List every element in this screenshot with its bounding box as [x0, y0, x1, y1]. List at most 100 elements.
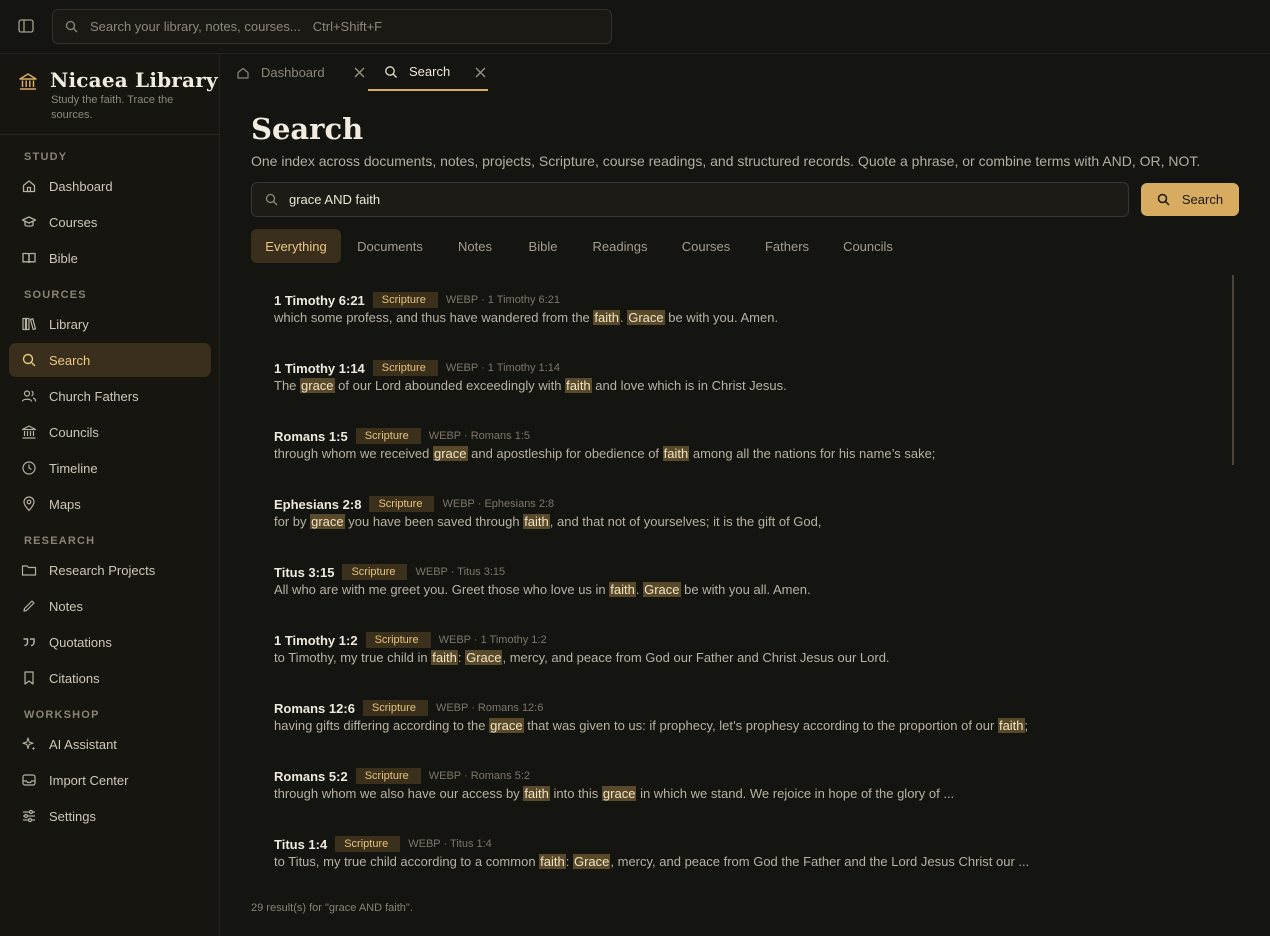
highlighted-term: Grace	[643, 582, 681, 597]
result-type-badge: Scripture	[335, 836, 401, 852]
result-type-badge: Scripture	[365, 632, 431, 648]
sidebar-item-citations[interactable]: Citations	[9, 661, 211, 695]
scrollbar[interactable]	[1232, 275, 1234, 465]
sidebar: Nicaea Library Study the faith. Trace th…	[0, 54, 220, 936]
result-snippet: through whom we also have our access by …	[274, 786, 954, 801]
result-title[interactable]: 1 Timothy 1:2	[274, 633, 358, 648]
result-item[interactable]: 1 Timothy 6:21 Scripture WEBP · 1 Timothy …	[274, 292, 778, 325]
sidebar-item-notes[interactable]: Notes	[9, 589, 211, 623]
close-icon[interactable]	[475, 67, 486, 78]
highlighted-term: Grace	[627, 310, 665, 325]
sidebar-item-label: Research Projects	[49, 562, 156, 578]
sidebar-item-church-fathers[interactable]: Church Fathers	[9, 379, 211, 413]
result-title[interactable]: 1 Timothy 1:14	[274, 361, 365, 376]
snippet-text: having gifts differing according to the	[274, 718, 490, 733]
sidebar-item-bible[interactable]: Bible	[9, 241, 211, 275]
pencil-icon	[21, 598, 37, 614]
brand-subtitle: Study the faith. Trace the sources.	[51, 94, 174, 121]
result-title[interactable]: Ephesians 2:8	[274, 497, 361, 512]
sidebar-item-label: Dashboard	[49, 178, 113, 194]
result-item[interactable]: Titus 3:15 Scripture WEBP · Titus 3:15 All …	[274, 564, 811, 597]
result-type-badge: Scripture	[372, 292, 438, 308]
result-item[interactable]: Romans 12:6 Scripture WEBP · Romans 12:6 ha…	[274, 700, 1028, 733]
snippet-text: be with you all. Amen.	[680, 582, 811, 597]
filter-tab-notes[interactable]: Notes	[447, 229, 503, 263]
sidebar-item-ai-assistant[interactable]: AI Assistant	[9, 727, 211, 761]
result-item[interactable]: 1 Timothy 1:14 Scripture WEBP · 1 Timothy …	[274, 360, 787, 393]
sliders-icon	[21, 808, 37, 824]
result-source: WEBP · Romans 12:6	[435, 702, 544, 714]
result-header: 1 Timothy 1:2 Scripture WEBP · 1 Timothy 1…	[274, 632, 890, 648]
tab-dashboard[interactable]: Dashboard	[236, 54, 366, 91]
result-source: WEBP · Romans 1:5	[428, 430, 531, 442]
result-item[interactable]: Titus 1:4 Scripture WEBP · Titus 1:4 to Tit…	[274, 836, 1029, 869]
sidebar-item-courses[interactable]: Courses	[9, 205, 211, 239]
sidebar-item-research-projects[interactable]: Research Projects	[9, 553, 211, 587]
sidebar-item-dashboard[interactable]: Dashboard	[9, 169, 211, 203]
result-title[interactable]: Romans 5:2	[274, 769, 348, 784]
result-type-badge: Scripture	[355, 428, 421, 444]
result-source: WEBP · Ephesians 2:8	[442, 498, 555, 510]
sidebar-item-quotations[interactable]: Quotations	[9, 625, 211, 659]
result-snippet: having gifts differing according to the …	[274, 718, 1028, 733]
snippet-text: through whom we also have our access by	[274, 786, 524, 801]
filter-tab-readings[interactable]: Readings	[582, 229, 658, 263]
filter-tab-documents[interactable]: Documents	[347, 229, 433, 263]
quote-icon	[21, 634, 37, 650]
filter-tab-bible[interactable]: Bible	[518, 229, 568, 263]
search-button[interactable]: Search	[1141, 183, 1239, 216]
filter-tab-courses[interactable]: Courses	[672, 229, 740, 263]
result-snippet: All who are with me greet you. Greet tho…	[274, 582, 811, 597]
result-item[interactable]: Romans 5:2 Scripture WEBP · Romans 5:2 thro…	[274, 768, 954, 801]
sidebar-item-label: Courses	[49, 214, 98, 230]
sidebar-item-label: Citations	[49, 670, 100, 686]
result-header: 1 Timothy 6:21 Scripture WEBP · 1 Timothy …	[274, 292, 778, 308]
result-source: WEBP · Titus 3:15	[415, 566, 506, 578]
snippet-text: of our Lord abounded exceedingly with	[334, 378, 566, 393]
snippet-text: into this	[549, 786, 602, 801]
result-count: 29 result(s) for "grace AND faith".	[251, 902, 413, 914]
result-title[interactable]: Romans 1:5	[274, 429, 348, 444]
close-icon[interactable]	[354, 67, 365, 78]
result-item[interactable]: Romans 1:5 Scripture WEBP · Romans 1:5 thro…	[274, 428, 935, 461]
result-title[interactable]: Romans 12:6	[274, 701, 355, 716]
search-icon	[265, 193, 278, 206]
tab-search[interactable]: Search	[368, 54, 488, 91]
sidebar-item-timeline[interactable]: Timeline	[9, 451, 211, 485]
snippet-text: The	[274, 378, 301, 393]
result-header: Romans 12:6 Scripture WEBP · Romans 12:6	[274, 700, 1028, 716]
result-title[interactable]: 1 Timothy 6:21	[274, 293, 365, 308]
search-input[interactable]: grace AND faith	[251, 182, 1129, 217]
highlighted-term: grace	[432, 446, 468, 461]
global-search-input[interactable]: Search your library, notes, courses... C…	[52, 9, 612, 44]
filter-tab-everything[interactable]: Everything	[251, 229, 341, 263]
global-search-placeholder: Search your library, notes, courses...	[90, 19, 301, 34]
snippet-text: you have been saved through	[344, 514, 524, 529]
filter-tab-fathers[interactable]: Fathers	[755, 229, 819, 263]
result-item[interactable]: Ephesians 2:8 Scripture WEBP · Ephesians 2…	[274, 496, 821, 529]
sidebar-item-library[interactable]: Library	[9, 307, 211, 341]
result-snippet: to Timothy, my true child in faith: Grac…	[274, 650, 890, 665]
filter-tab-councils[interactable]: Councils	[833, 229, 903, 263]
sidebar-item-councils[interactable]: Councils	[9, 415, 211, 449]
nav-section-sources: SOURCES	[24, 289, 87, 301]
sidebar-item-maps[interactable]: Maps	[9, 487, 211, 521]
result-item[interactable]: 1 Timothy 1:2 Scripture WEBP · 1 Timothy 1…	[274, 632, 890, 665]
sidebar-item-label: Bible	[49, 250, 78, 266]
search-query: grace AND faith	[289, 192, 381, 207]
sidebar-item-search[interactable]: Search	[9, 343, 211, 377]
sidebar-toggle-icon[interactable]	[18, 19, 34, 33]
result-snippet: which some profess, and thus have wander…	[274, 310, 778, 325]
sidebar-item-settings[interactable]: Settings	[9, 799, 211, 833]
result-title[interactable]: Titus 3:15	[274, 565, 334, 580]
search-icon	[384, 65, 398, 79]
highlighted-term: Grace	[465, 650, 503, 665]
result-title[interactable]: Titus 1:4	[274, 837, 327, 852]
highlighted-term: faith	[662, 446, 690, 461]
highlighted-term: grace	[310, 514, 345, 529]
tab-bar: Dashboard Search	[220, 54, 1270, 91]
snippet-text: to Timothy, my true child in	[274, 650, 432, 665]
snippet-text: to Titus, my true child according to a c…	[274, 854, 540, 869]
highlighted-term: faith	[565, 378, 592, 393]
sidebar-item-import-center[interactable]: Import Center	[9, 763, 211, 797]
